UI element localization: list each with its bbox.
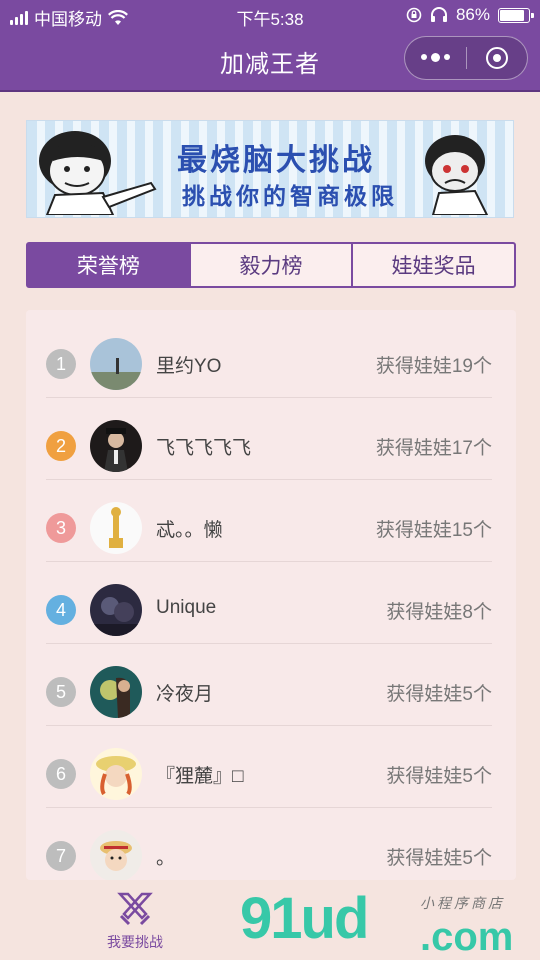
prize-count: 获得娃娃5个: [386, 684, 492, 705]
prize-count: 获得娃娃15个: [375, 520, 492, 541]
user-name: 里约YO: [156, 356, 222, 377]
list-item[interactable]: 5 冷夜月 获得娃娃5个: [26, 644, 516, 726]
close-circle-icon: [485, 47, 508, 69]
list-item[interactable]: 7 。 获得娃娃5个: [26, 808, 516, 880]
tab-challenge-label: 我要挑战: [107, 934, 163, 950]
avatar: [90, 666, 142, 718]
user-name: 冷夜月: [156, 684, 214, 705]
list-item[interactable]: 1 里约YO 获得娃娃19个: [26, 316, 516, 398]
battery-icon: [498, 7, 534, 23]
status-bar: 中国移动 下午5:38 86%: [0, 0, 540, 30]
crossed-swords-icon: [117, 892, 153, 926]
tab-persistence[interactable]: 毅力榜: [191, 244, 354, 286]
battery-percent: 86%: [455, 5, 490, 24]
watermark-sub: 小程序商店: [420, 895, 505, 911]
tab-challenge[interactable]: 我要挑战: [95, 892, 175, 952]
meme-face-pointing-icon: [39, 131, 157, 215]
headphones-icon: [430, 7, 447, 22]
ranking-list: 1 里约YO 获得娃娃19个 2 飞飞飞飞飞 获得娃娃17个 3 忒。。懒 获得…: [26, 310, 516, 880]
watermark-main: 91ud: [240, 886, 369, 951]
avatar: [90, 830, 142, 880]
mini-program-capsule: [404, 36, 528, 80]
user-name: 忒。。懒: [156, 520, 223, 541]
ranking-tabs: 荣誉榜 毅力榜 娃娃奖品: [26, 242, 516, 288]
rotation-lock-icon: [406, 7, 422, 23]
prize-count: 获得娃娃5个: [386, 766, 492, 787]
user-name: 『狸麓』□: [156, 766, 244, 787]
avatar: [90, 584, 142, 636]
rank-badge: 1: [46, 349, 76, 379]
list-item[interactable]: 2 飞飞飞飞飞 获得娃娃17个: [26, 398, 516, 480]
prize-count: 获得娃娃5个: [386, 848, 492, 869]
rank-badge: 3: [46, 513, 76, 543]
avatar: [90, 420, 142, 472]
user-name: 飞飞飞飞飞: [156, 438, 252, 459]
banner-title: 最烧脑大挑战: [177, 144, 375, 177]
rank-badge: 6: [46, 759, 76, 789]
watermark-logo: 91ud 小程序商店 .com: [240, 885, 540, 960]
rank-badge: 7: [46, 841, 76, 871]
watermark-domain: .com: [420, 915, 514, 959]
prize-count: 获得娃娃8个: [386, 602, 492, 623]
user-name: Unique: [156, 597, 217, 618]
rank-badge: 4: [46, 595, 76, 625]
avatar: [90, 502, 142, 554]
user-name: 。: [156, 848, 176, 869]
rank-badge: 5: [46, 677, 76, 707]
more-options-button[interactable]: [405, 52, 466, 62]
prize-count: 获得娃娃17个: [375, 438, 492, 459]
list-item[interactable]: 3 忒。。懒 获得娃娃15个: [26, 480, 516, 562]
tab-honor[interactable]: 荣誉榜: [28, 244, 191, 286]
avatar: [90, 748, 142, 800]
banner-subtitle: 挑战你的智商极限: [182, 183, 398, 209]
list-item[interactable]: 6 『狸麓』□ 获得娃娃5个: [26, 726, 516, 808]
tab-doll-prizes[interactable]: 娃娃奖品: [353, 244, 514, 286]
avatar: [90, 338, 142, 390]
challenge-banner[interactable]: 最烧脑大挑战 挑战你的智商极限: [26, 120, 514, 218]
close-mini-program-button[interactable]: [467, 47, 528, 69]
prize-count: 获得娃娃19个: [375, 356, 492, 377]
list-item[interactable]: 4 Unique 获得娃娃8个: [26, 562, 516, 644]
more-dots-icon: [420, 54, 427, 61]
meme-face-crying-icon: [425, 135, 489, 215]
rank-badge: 2: [46, 431, 76, 461]
nav-bar: 加减王者: [0, 30, 540, 92]
